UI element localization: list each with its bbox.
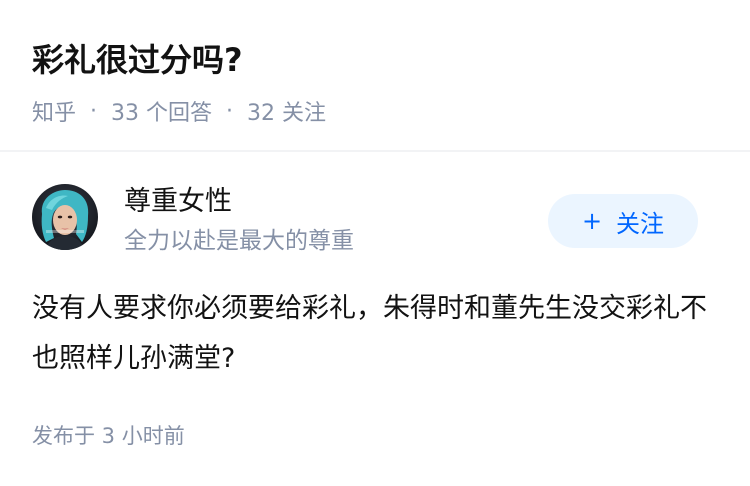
- author-info: 尊重女性 全力以赴是最大的尊重 + 关注: [32, 184, 718, 264]
- question-title[interactable]: 彩礼很过分吗?: [32, 36, 243, 84]
- follow-button[interactable]: + 关注: [548, 194, 698, 248]
- author-avatar[interactable]: [32, 184, 98, 250]
- question-header: 彩礼很过分吗? 知乎 · 33 个回答 · 32 关注: [0, 0, 750, 150]
- meta-separator: ·: [226, 98, 234, 124]
- author-bio: 全力以赴是最大的尊重: [124, 228, 354, 254]
- follow-label: 关注: [616, 209, 665, 238]
- section-divider: [0, 150, 750, 152]
- user-avatar-photo-icon: [32, 184, 98, 250]
- question-meta: 知乎 · 33 个回答 · 32 关注: [32, 94, 326, 128]
- answer-count[interactable]: 33 个回答: [111, 95, 212, 127]
- plus-icon: +: [581, 207, 603, 235]
- author-name[interactable]: 尊重女性: [124, 184, 232, 220]
- follower-count[interactable]: 32 关注: [247, 95, 326, 127]
- answer-content[interactable]: 没有人要求你必须要给彩礼，朱得时和董先生没交彩礼不也照样儿孙满堂?: [32, 284, 718, 384]
- source-label[interactable]: 知乎: [32, 95, 76, 127]
- publish-time: 发布于 3 小时前: [32, 424, 185, 448]
- meta-separator: ·: [90, 98, 98, 124]
